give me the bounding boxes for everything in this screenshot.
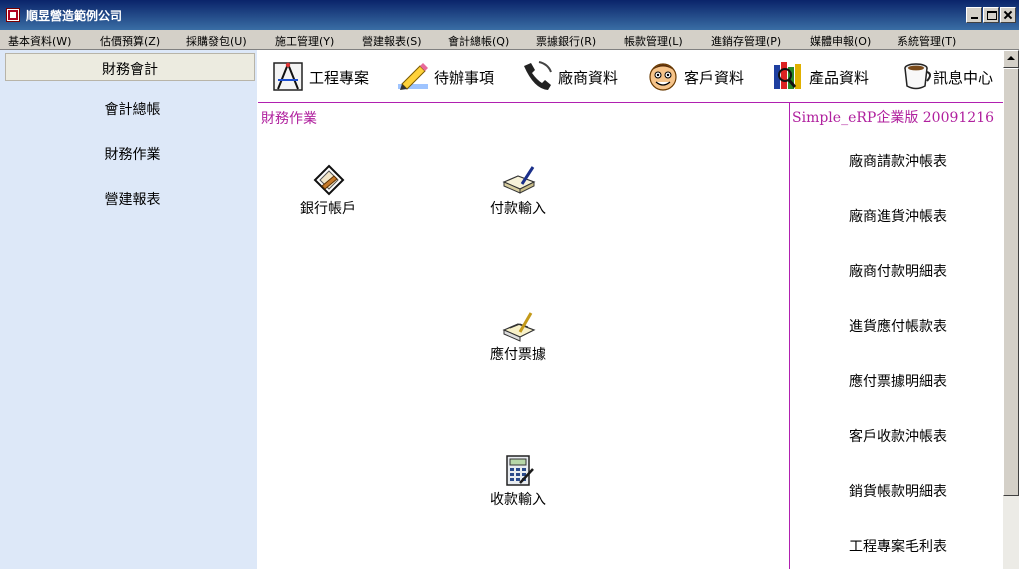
notes-payable-label: 應付票據 — [490, 347, 546, 363]
toolbar-todo-label: 待辦事項 — [434, 69, 495, 87]
toolbar-product-button[interactable]: 產品資料 — [771, 58, 873, 94]
sidebar-header[interactable]: 財務會計 — [5, 53, 255, 81]
report-vendor-billing[interactable]: 廠商請款沖帳表 — [820, 151, 976, 171]
toolbar-message-label: 訊息中心 — [933, 69, 994, 87]
sidebar: 財務會計 會計總帳 財務作業 營建報表 — [0, 50, 257, 569]
scroll-up-button[interactable] — [1003, 50, 1019, 68]
menu-basic-data[interactable]: 基本資料(W) — [8, 33, 71, 49]
face-icon — [649, 63, 677, 91]
menu-purchase[interactable]: 採購發包(U) — [186, 33, 247, 49]
bank-account-button[interactable]: 銀行帳戶 — [268, 164, 388, 224]
bank-account-label: 銀行帳戶 — [300, 201, 356, 217]
coffee-cup-icon — [904, 63, 931, 90]
maximize-button[interactable] — [983, 7, 999, 23]
report-vendor-purchase[interactable]: 廠商進貨沖帳表 — [820, 206, 976, 226]
app-window: 順昱營造範例公司 基本資料(W) 估價預算(Z) 採購發包(U) 施工管理(Y)… — [0, 0, 1019, 569]
menu-media-filing[interactable]: 媒體申報(O) — [810, 33, 871, 49]
payment-entry-label: 付款輸入 — [490, 201, 546, 217]
menu-construction[interactable]: 施工管理(Y) — [275, 33, 334, 49]
toolbar-vendor-button[interactable]: 廠商資料 — [520, 58, 622, 94]
menu-bar: 基本資料(W) 估價預算(Z) 採購發包(U) 施工管理(Y) 營建報表(S) … — [0, 30, 1019, 50]
toolbar-product-label: 產品資料 — [809, 69, 870, 87]
bank-sign-icon — [313, 164, 345, 196]
report-project-profit[interactable]: 工程專案毛利表 — [820, 536, 976, 556]
report-customer-receipt[interactable]: 客戶收款沖帳表 — [820, 426, 976, 446]
ledger-pen-icon — [502, 166, 536, 194]
sidebar-item-ledger[interactable]: 會計總帳 — [60, 99, 205, 119]
menu-notes-bank[interactable]: 票據銀行(R) — [536, 33, 596, 49]
toolbar-customer-button[interactable]: 客戶資料 — [646, 58, 748, 94]
close-button[interactable] — [1000, 7, 1016, 23]
right-panel-divider — [789, 102, 790, 569]
menu-estimate-budget[interactable]: 估價預算(Z) — [100, 33, 160, 49]
receipt-entry-button[interactable]: 收款輸入 — [458, 455, 578, 515]
report-notes-payable[interactable]: 應付票據明細表 — [820, 371, 976, 391]
notes-payable-button[interactable]: 應付票據 — [458, 310, 578, 370]
minimize-button[interactable] — [966, 7, 982, 23]
sidebar-item-finance[interactable]: 財務作業 — [60, 144, 205, 164]
toolbar-project-button[interactable]: 工程專案 — [271, 58, 373, 94]
title-bar[interactable]: 順昱營造範例公司 — [0, 0, 1019, 30]
menu-inventory[interactable]: 進銷存管理(P) — [711, 33, 781, 49]
toolbar-divider — [258, 102, 1003, 103]
report-sales[interactable]: 銷貨帳款明細表 — [820, 481, 976, 501]
sidebar-header-label: 財務會計 — [102, 62, 158, 78]
toolbar: 工程專案 待辦事項 廠商資料 客戶資料 產品資料 訊息中心 — [258, 50, 1003, 102]
vertical-scrollbar[interactable] — [1003, 50, 1019, 569]
payment-entry-button[interactable]: 付款輸入 — [458, 164, 578, 224]
toolbar-message-button[interactable]: 訊息中心 — [899, 58, 1001, 94]
menu-reports[interactable]: 營建報表(S) — [362, 33, 422, 49]
version-label: Simple_eRP企業版 20091216 — [792, 110, 995, 126]
toolbar-customer-label: 客戶資料 — [684, 69, 745, 87]
calculator-icon — [506, 455, 534, 486]
report-vendor-payment[interactable]: 廠商付款明細表 — [820, 261, 976, 281]
books-icon — [774, 62, 801, 89]
section-title: 財務作業 — [261, 111, 317, 127]
pencil-icon — [398, 63, 428, 90]
sidebar-item-reports[interactable]: 營建報表 — [60, 189, 205, 209]
report-payables[interactable]: 進貨應付帳款表 — [820, 316, 976, 336]
menu-system[interactable]: 系統管理(T) — [897, 33, 956, 49]
window-title: 順昱營造範例公司 — [26, 9, 123, 23]
toolbar-project-label: 工程專案 — [309, 69, 370, 87]
toolbar-todo-button[interactable]: 待辦事項 — [396, 58, 500, 94]
notes-pen-icon — [502, 312, 536, 342]
toolbar-vendor-label: 廠商資料 — [558, 69, 619, 87]
receipt-entry-label: 收款輸入 — [490, 492, 546, 508]
menu-accounts[interactable]: 帳款管理(L) — [624, 33, 683, 49]
telephone-icon — [524, 61, 552, 90]
drafting-tools-icon — [273, 62, 303, 91]
app-icon[interactable] — [6, 8, 20, 22]
menu-ledger[interactable]: 會計總帳(Q) — [448, 33, 509, 49]
scroll-thumb[interactable] — [1003, 68, 1019, 496]
